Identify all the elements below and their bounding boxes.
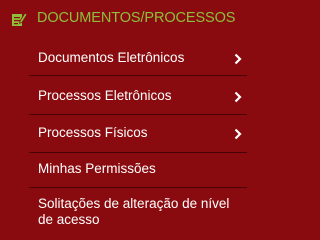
menu-section-header[interactable]: DOCUMENTOS/PROCESSOS	[0, 0, 255, 38]
menu-section-title: DOCUMENTOS/PROCESSOS	[37, 10, 236, 26]
menu-item-documentos-eletronicos[interactable]: Documentos Eletrônicos	[29, 38, 247, 76]
chevron-right-icon	[234, 91, 242, 103]
menu-item-label: Processos Eletrônicos	[38, 88, 172, 103]
menu-item-minhas-permissoes[interactable]: Minhas Permissões	[29, 154, 247, 188]
menu-item-label: Minhas Permissões	[38, 161, 156, 176]
edit-document-icon	[12, 12, 27, 26]
menu-item-processos-fisicos[interactable]: Processos Físicos	[29, 116, 247, 153]
chevron-right-icon	[234, 53, 242, 65]
documentos-processos-menu: DOCUMENTOS/PROCESSOS Documentos Eletrôni…	[0, 0, 255, 238]
menu-item-label: Processos Físicos	[38, 125, 148, 140]
menu-item-label: Documentos Eletrônicos	[38, 50, 185, 65]
chevron-right-icon	[234, 128, 242, 140]
menu-item-solicitacoes-alteracao[interactable]: Solitações de alteração de nível de aces…	[29, 188, 247, 238]
menu-item-label: Solitações de alteração de nível de aces…	[38, 196, 230, 227]
menu-item-processos-eletronicos[interactable]: Processos Eletrônicos	[29, 77, 247, 115]
